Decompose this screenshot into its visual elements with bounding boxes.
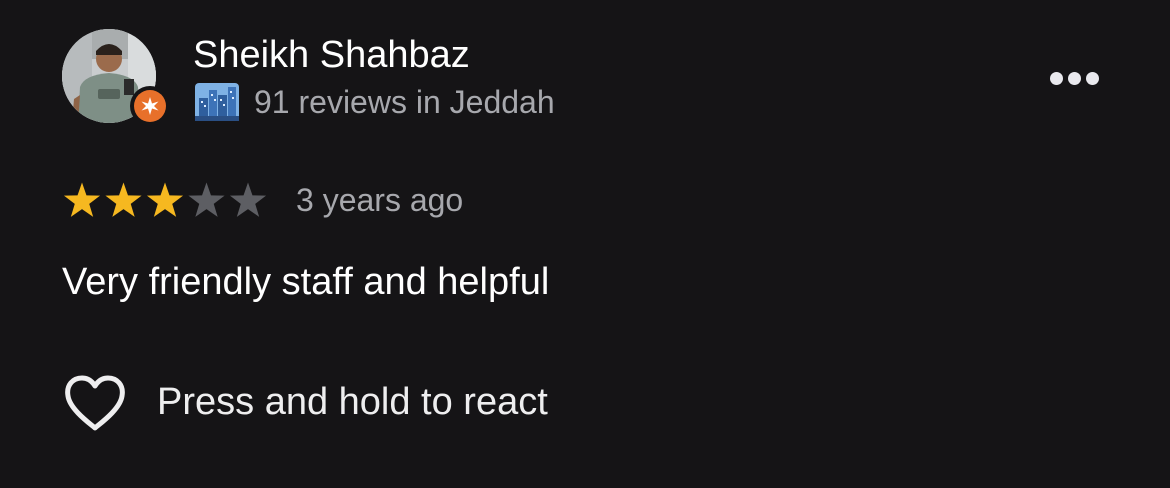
local-guide-badge — [130, 86, 170, 126]
review-time: 3 years ago — [296, 182, 464, 218]
reviewer-name[interactable]: Sheikh Shahbaz — [193, 33, 470, 77]
heart-outline-icon — [65, 375, 125, 431]
star-filled-icon — [63, 182, 101, 217]
react-button[interactable]: Press and hold to react — [62, 368, 622, 438]
local-guide-badge-icon — [141, 97, 159, 115]
star-empty-icon — [229, 182, 267, 217]
cityscape-icon — [194, 82, 240, 122]
react-label: Press and hold to react — [157, 381, 548, 423]
star-rating — [63, 182, 267, 217]
star-empty-icon — [188, 182, 225, 217]
star-filled-icon — [105, 182, 142, 217]
more-options-button[interactable] — [1044, 62, 1104, 94]
review-text: Very friendly staff and helpful — [62, 261, 550, 303]
star-filled-icon — [146, 182, 184, 217]
reviewer-reviews-summary[interactable]: 91 reviews in Jeddah — [254, 82, 555, 122]
